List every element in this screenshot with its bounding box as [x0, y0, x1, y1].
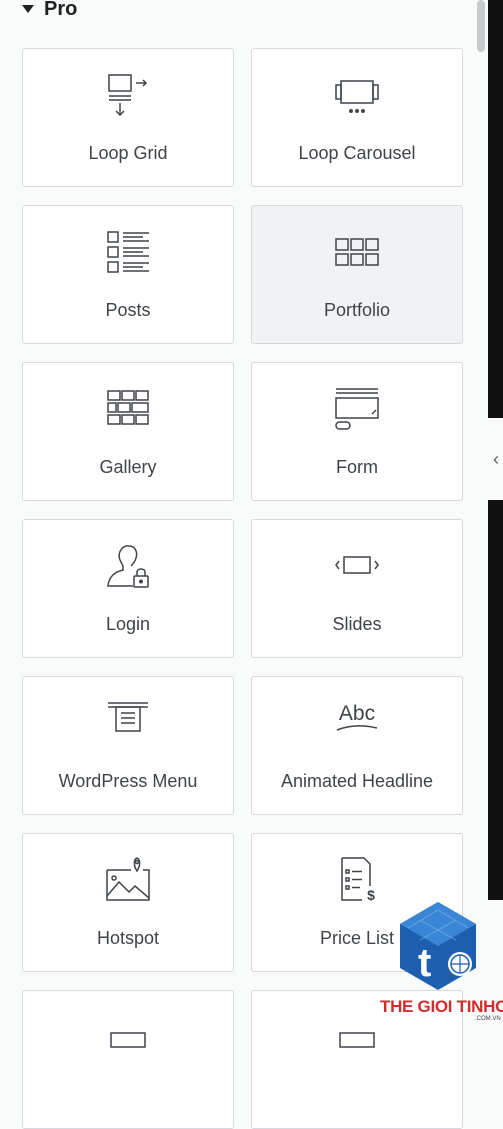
login-icon — [103, 542, 153, 592]
widget-label: WordPress Menu — [58, 771, 198, 791]
hotspot-icon — [103, 856, 153, 906]
section-title: Pro — [44, 0, 78, 20]
partial-widget-icon — [103, 1013, 153, 1063]
widget-label: Gallery — [99, 457, 157, 477]
widget-gallery[interactable]: Gallery — [22, 362, 234, 501]
widget-portfolio[interactable]: Portfolio — [251, 205, 463, 344]
watermark-logo: t THE GIOI TINHOC .COM.VN — [380, 900, 503, 1024]
loop-carousel-icon — [332, 71, 382, 121]
price-list-icon: $ — [332, 856, 382, 906]
widget-slides[interactable]: Slides — [251, 519, 463, 658]
portfolio-icon — [332, 228, 382, 278]
loop-grid-icon — [103, 71, 153, 121]
widget-loop-grid[interactable]: Loop Grid — [22, 48, 234, 187]
animated-headline-icon: Abc — [332, 699, 382, 749]
svg-text:Abc: Abc — [339, 702, 375, 725]
widget-posts[interactable]: Posts — [22, 205, 234, 344]
caret-down-icon — [22, 5, 34, 13]
widget-label: Posts — [105, 300, 151, 320]
widget-label: Login — [105, 614, 151, 634]
widget-label: Loop Grid — [88, 143, 168, 163]
widget-label: Slides — [332, 614, 382, 634]
watermark-subtext: .COM.VN — [475, 1016, 501, 1022]
widget-label: Form — [336, 457, 378, 477]
slides-icon — [332, 542, 382, 592]
widget-form[interactable]: Form — [251, 362, 463, 501]
widget-login[interactable]: Login — [22, 519, 234, 658]
widget-label: Animated Headline — [280, 771, 434, 791]
wordpress-menu-icon — [103, 699, 153, 749]
widget-loop-carousel[interactable]: Loop Carousel — [251, 48, 463, 187]
partial-widget-icon — [332, 1013, 382, 1063]
widget-label: Loop Carousel — [298, 143, 416, 163]
editor-preview-edge — [488, 0, 503, 418]
widget-label: Portfolio — [323, 300, 391, 320]
watermark-text: THE GIOI TINHOC — [380, 997, 503, 1016]
widget-partial[interactable] — [22, 990, 234, 1129]
form-icon — [332, 385, 382, 435]
widget-hotspot[interactable]: Hotspot — [22, 833, 234, 972]
widget-animated-headline[interactable]: Abc Animated Headline — [251, 676, 463, 815]
thegioitinhoc-logo-icon: t — [400, 902, 476, 990]
svg-text:$: $ — [367, 887, 375, 903]
widget-label: Hotspot — [96, 928, 160, 948]
posts-icon — [103, 228, 153, 278]
scrollbar-thumb[interactable] — [477, 0, 485, 52]
editor-preview-edge — [488, 500, 503, 900]
widget-wordpress-menu[interactable]: WordPress Menu — [22, 676, 234, 815]
svg-text:t: t — [418, 941, 431, 985]
section-header-pro[interactable]: Pro — [22, 0, 77, 23]
chevron-left-icon[interactable]: ‹ — [493, 449, 499, 469]
gallery-icon — [103, 385, 153, 435]
